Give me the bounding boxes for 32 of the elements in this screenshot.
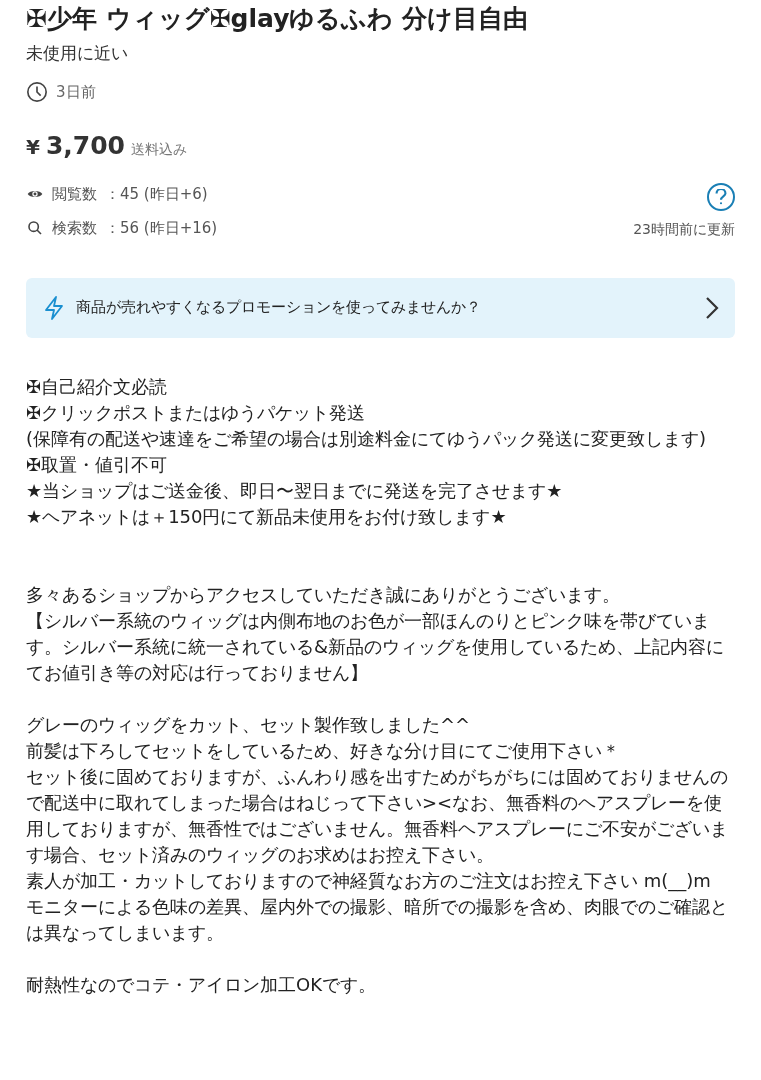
condition-text: 未使用に近い <box>26 42 129 65</box>
description-line: ✠取置・値引不可 <box>26 452 169 477</box>
description-line: 【シルバー系統のウィッグは内側布地のお色が一部ほんのりとピンク味を帯びています。シルバー系統に統一されている&新品のウィッグを使用しているため、上記内容にてお値引き等の対応は行っておりません】 <box>26 608 726 685</box>
description-line: 耐熱性なのでコテ・アイロン加工OKです。 <box>26 972 377 997</box>
stat-label: 検索数 <box>52 218 97 239</box>
posted-time: 3日前 <box>56 81 96 103</box>
clock-icon <box>26 80 48 103</box>
promotion-text: 商品が売れやすくなるプロモーションを使ってみませんか？ <box>76 297 482 319</box>
chevron-right-icon <box>705 295 719 320</box>
description-line: グレーのウィッグをカット、セット製作致しました^^ <box>26 712 472 737</box>
description-line: (保障有の配送や速達をご希望の場合は別途料金にてゆうパック発送に変更致します) <box>26 426 708 451</box>
price-amount: 3,700 <box>45 130 125 162</box>
description-line: ★ヘアネットは＋150円にて新品未使用をお付け致します★ <box>26 504 508 529</box>
stat-value: ：45 (昨日+6) <box>105 183 208 205</box>
shipping-note: 送料込み <box>131 140 187 159</box>
description-line: ★当ショップはご送金後、即日〜翌日までに発送を完了させます★ <box>26 478 564 503</box>
stat-label: 閲覧数 <box>52 183 97 205</box>
lightning-icon <box>42 294 66 321</box>
description-line: セット後に固めておりますが、ふんわり感を出すためがちがちには固めておりませんので配送中に取れてしまった場合はねじって下さい><なお、無香料のヘアスプレーを使用しておりますが、無香性ではございません。無香料ヘアスプレーにご不安がございます場合、セット済みのウィッグのお求めはお控え下さい。 <box>26 764 729 867</box>
promotion-banner[interactable]: 商品が売れやすくなるプロモーションを使ってみませんか？ <box>26 277 735 338</box>
description-line: ✠自己紹介文必読 <box>26 374 169 399</box>
description-line: 前髪は下ろしてセットをしているため、好きな分け目にてご使用下さい＊ <box>26 738 621 763</box>
currency-symbol: ¥ <box>26 134 40 161</box>
stat-value: ：56 (昨日+16) <box>105 218 218 239</box>
description-line: ✠クリックポストまたはゆうパケット発送 <box>26 400 367 425</box>
description-line: モニターによる色味の差異、屋内外での撮影、暗所での撮影を含め、肉眼でのご確認とは異なってしまいます。 <box>26 894 729 945</box>
item-title: ✠少年 ウィッグ✠glayゆるふわ 分け目自由 <box>26 3 530 35</box>
update-time: 23時間前に更新 <box>633 219 735 239</box>
search-icon <box>26 220 44 237</box>
description-line: 素人が加工・カットしておりますので神経質なお方のご注文はお控え下さい m(__)m <box>26 868 712 894</box>
help-icon[interactable] <box>707 182 735 211</box>
description-line: 多々あるショップからアクセスしていただき誠にありがとうございます。 <box>26 582 621 607</box>
